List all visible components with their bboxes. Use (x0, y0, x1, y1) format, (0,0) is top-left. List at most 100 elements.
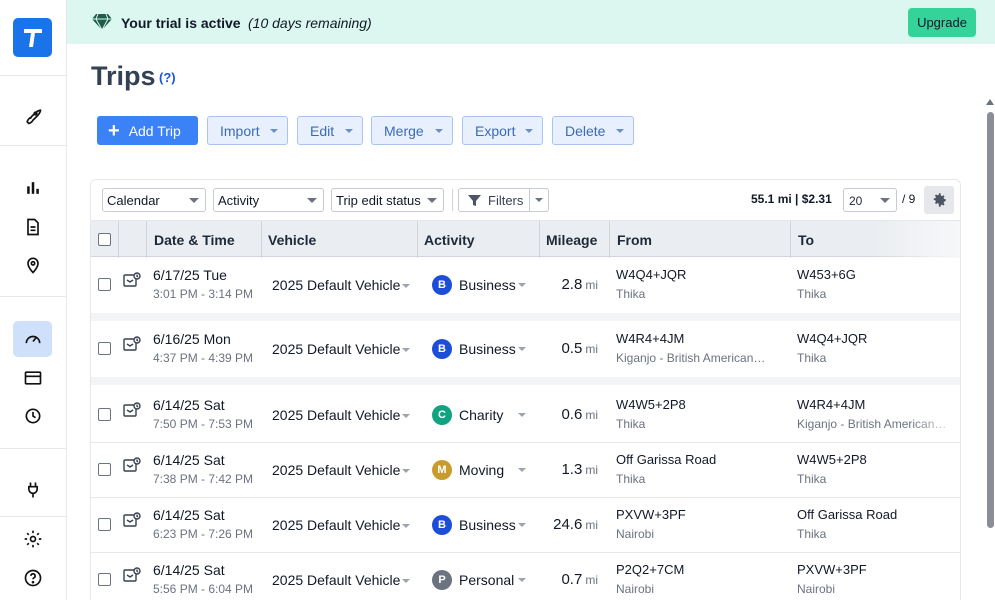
sidebar-item-help[interactable] (13, 560, 52, 596)
chevron-down-icon (402, 524, 411, 529)
activity-badge: P (432, 570, 452, 590)
row-checkbox[interactable] (98, 463, 111, 476)
sidebar-item-reports[interactable] (13, 170, 52, 206)
edit-status-icon[interactable] (123, 512, 141, 528)
activity-label[interactable]: Business (459, 277, 516, 293)
edit-button[interactable]: Edit (297, 116, 363, 145)
trip-date: 6/16/25 Mon (153, 331, 231, 347)
trip-time: 7:38 PM - 7:42 PM (153, 472, 254, 486)
from-area: Nairobi (616, 527, 655, 541)
app-root: Your trial is active (10 days remaining)… (0, 0, 995, 600)
chevron-down-icon[interactable] (518, 578, 526, 582)
vehicle-select[interactable]: 2025 Default Vehicle (272, 572, 411, 588)
help-link[interactable]: (?) (159, 70, 176, 85)
row-checkbox[interactable] (98, 342, 111, 355)
filters-button[interactable]: Filters (458, 188, 549, 212)
gem-icon (92, 13, 112, 31)
from-location: W4W5+2P8 (616, 397, 686, 412)
chevron-down-icon[interactable] (535, 198, 543, 202)
location-pin-icon (26, 257, 39, 274)
chevron-down-icon[interactable] (518, 468, 526, 472)
table-row[interactable]: 6/14/25 Sat 7:38 PM - 7:42 PM 2025 Default… (91, 443, 960, 498)
table-row[interactable]: 6/14/25 Sat 5:56 PM - 6:04 PM 2025 Default… (91, 553, 960, 600)
trip-edit-status-select[interactable]: Trip edit status (331, 188, 444, 212)
chevron-down-icon[interactable] (518, 347, 526, 351)
sidebar-item-history[interactable] (13, 398, 52, 434)
trip-date: 6/17/25 Tue (153, 267, 227, 283)
delete-button[interactable]: Delete (552, 116, 634, 145)
row-fade (911, 388, 960, 442)
vehicle-select[interactable]: 2025 Default Vehicle (272, 341, 411, 357)
edit-status-icon[interactable] (123, 457, 141, 473)
column-divider (261, 221, 262, 258)
table-row[interactable]: 6/14/25 Sat 7:50 PM - 7:53 PM 2025 Default… (91, 388, 960, 443)
vehicle-select[interactable]: 2025 Default Vehicle (272, 277, 411, 293)
column-header-mileage[interactable]: Mileage (546, 232, 597, 248)
filter-bar: Calendar Activity Trip edit status Filte… (91, 180, 960, 220)
header-fade (871, 221, 960, 258)
column-header-activity[interactable]: Activity (424, 232, 475, 248)
sidebar-item-settings[interactable] (13, 521, 52, 557)
table-row[interactable]: 6/14/25 Sat 6:23 PM - 7:26 PM 2025 Default… (91, 498, 960, 553)
edit-status-icon[interactable] (123, 567, 141, 583)
row-checkbox[interactable] (98, 573, 111, 586)
column-divider (790, 221, 791, 258)
activity-label[interactable]: Personal (459, 572, 514, 588)
column-divider (539, 221, 540, 258)
upgrade-button[interactable]: Upgrade (908, 8, 976, 37)
export-button[interactable]: Export (462, 116, 543, 145)
sidebar-item-billing[interactable] (13, 360, 52, 396)
trip-date: 6/14/25 Sat (153, 452, 225, 468)
chevron-down-icon[interactable] (518, 413, 526, 417)
table-row[interactable]: 6/17/25 Tue 3:01 PM - 3:14 PM 2025 Default… (91, 258, 960, 321)
column-header-from[interactable]: From (617, 232, 652, 248)
row-fade (911, 322, 960, 377)
column-header-to[interactable]: To (798, 232, 814, 248)
select-all-checkbox[interactable] (98, 233, 111, 246)
app-logo[interactable] (13, 18, 52, 57)
mileage-unit: mi (585, 573, 598, 587)
sidebar-item-places[interactable] (13, 247, 52, 283)
column-header-vehicle[interactable]: Vehicle (268, 232, 316, 248)
scrollbar-thumb[interactable] (987, 112, 994, 528)
vehicle-select[interactable]: 2025 Default Vehicle (272, 517, 411, 533)
add-trip-button[interactable]: + Add Trip (97, 116, 198, 145)
row-checkbox[interactable] (98, 408, 111, 421)
page-size-select[interactable]: 20 (843, 188, 897, 212)
chevron-down-icon[interactable] (518, 523, 526, 527)
table-settings-button[interactable] (924, 186, 954, 214)
merge-button[interactable]: Merge (371, 116, 453, 145)
table-row[interactable]: 6/16/25 Mon 4:37 PM - 4:39 PM 2025 Default… (91, 322, 960, 385)
sidebar-item-rocket[interactable] (13, 98, 52, 134)
import-button[interactable]: Import (207, 116, 288, 145)
trial-banner: Your trial is active (10 days remaining)… (67, 0, 995, 44)
trip-time: 4:37 PM - 4:39 PM (153, 351, 254, 365)
chevron-down-icon[interactable] (518, 283, 526, 287)
edit-status-icon[interactable] (123, 336, 141, 352)
trip-time: 6:23 PM - 7:26 PM (153, 527, 254, 541)
calendar-select[interactable]: Calendar (102, 188, 206, 212)
column-header-date-time[interactable]: Date & Time (154, 232, 235, 248)
vehicle-select[interactable]: 2025 Default Vehicle (272, 462, 411, 478)
filters-label: Filters (488, 193, 524, 208)
row-checkbox[interactable] (98, 518, 111, 531)
scroll-up-arrow-icon[interactable] (986, 99, 994, 105)
edit-status-icon[interactable] (123, 272, 141, 288)
gear-icon (24, 530, 41, 548)
activity-label[interactable]: Business (459, 517, 516, 533)
sidebar-divider (0, 296, 67, 297)
vehicle-select[interactable]: 2025 Default Vehicle (272, 407, 411, 423)
mileage-value: 0.6 mi (561, 406, 598, 423)
chevron-down-icon (402, 579, 411, 584)
activity-label[interactable]: Moving (459, 462, 504, 478)
sidebar-item-documents[interactable] (13, 209, 52, 245)
activity-label[interactable]: Business (459, 341, 516, 357)
edit-status-icon[interactable] (123, 402, 141, 418)
sidebar-item-trips[interactable] (13, 321, 52, 357)
sidebar-item-integrations[interactable] (13, 472, 52, 508)
to-location: Off Garissa Road (797, 507, 898, 522)
activity-select[interactable]: Activity (213, 188, 324, 212)
activity-label[interactable]: Charity (459, 407, 503, 423)
row-fade (911, 258, 960, 313)
row-checkbox[interactable] (98, 278, 111, 291)
